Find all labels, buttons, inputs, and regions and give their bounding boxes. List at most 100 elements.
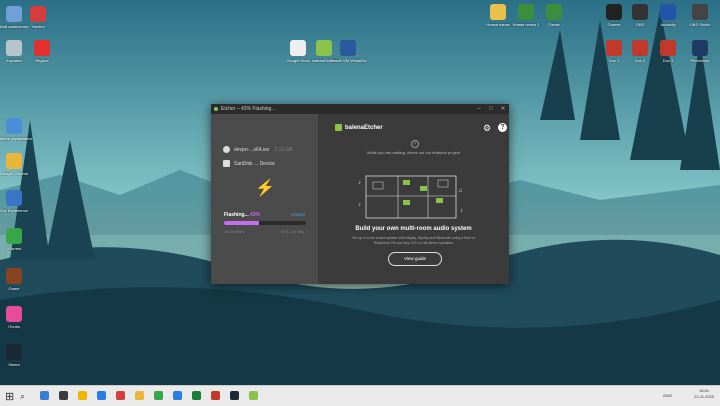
taskbar-app-icon[interactable] [211, 391, 220, 400]
floorplan-illustration: ♪ ♫ ♪ ♪ [358, 175, 463, 219]
app-icon [632, 4, 648, 20]
taskbar-app-icon[interactable] [249, 391, 258, 400]
desktop-icon[interactable]: Doc 3 [650, 40, 686, 63]
desktop-icon-label: Steam [8, 362, 20, 367]
balena-etcher-logo: balenaEtcher [335, 124, 383, 131]
window-titlebar[interactable]: Etcher – 43% Flashing... – □ ✕ [211, 104, 509, 114]
desktop-icon[interactable]: Steam [0, 344, 32, 367]
desktop-icon[interactable]: Yandex [20, 6, 56, 29]
clock[interactable]: 18:51 22.11.2020 [694, 388, 714, 400]
desktop-icon-label: Папка [548, 22, 560, 27]
flash-panel: devpn-...x64.iso 2.12 GB SanDisk ... Dev… [211, 114, 318, 284]
etcher-window[interactable]: Etcher – 43% Flashing... – □ ✕ devpn-...… [211, 104, 509, 284]
flash-progress-bar [224, 221, 306, 225]
taskbar-app-icon[interactable] [59, 391, 68, 400]
taskbar: ⊞ ⌕ ENG 18:51 22.11.2020 [0, 385, 720, 406]
app-icon [606, 4, 622, 20]
drive-row: SanDisk ... Device [223, 160, 275, 167]
app-icon [6, 190, 22, 206]
app-icon [340, 40, 356, 56]
desktop-icon[interactable]: uTorrent [0, 228, 32, 251]
app-icon [606, 40, 622, 56]
window-title: Etcher – 43% Flashing... [221, 106, 276, 112]
balena-cube-icon [335, 124, 342, 131]
svg-text:♫: ♫ [458, 188, 463, 194]
desktop-icon[interactable]: Яндекс [24, 40, 60, 63]
desktop-icon[interactable]: Photoshop [682, 40, 718, 63]
drive-icon [223, 160, 230, 167]
minimize-button[interactable]: – [473, 104, 485, 114]
taskbar-app-icon[interactable] [192, 391, 201, 400]
svg-text:♪: ♪ [358, 180, 361, 186]
settings-gear-icon[interactable]: ⚙ [483, 123, 491, 134]
taskbar-app-icon[interactable] [154, 391, 163, 400]
flash-eta: ETA: 2m 30s [281, 229, 304, 234]
etcher-app-icon [214, 107, 218, 111]
app-icon [34, 40, 50, 56]
taskbar-app-icon[interactable] [97, 391, 106, 400]
maximize-button[interactable]: □ [485, 104, 497, 114]
dismiss-promo-icon[interactable]: × [411, 140, 419, 148]
app-icon [660, 4, 676, 20]
desktop-icon-label: uTorrent [6, 246, 22, 251]
desktop-icon[interactable]: OBS Studio [682, 4, 718, 27]
promo-caption: While you are waiting, check out our fea… [366, 150, 461, 155]
desktop-icon[interactable]: Game [0, 268, 32, 291]
taskbar-app-icon[interactable] [116, 391, 125, 400]
desktop-icon-label: iTunes [8, 324, 20, 329]
desktop-icon[interactable]: Oracle VM VirtualBox [330, 40, 366, 63]
promo-headline: Build your own multi-room audio system [355, 226, 472, 232]
desktop-icon-label: OBS Studio [689, 22, 711, 27]
desktop-icon-label: Game [8, 286, 20, 291]
logo-text: balenaEtcher [345, 124, 383, 131]
taskbar-app-icon[interactable] [173, 391, 182, 400]
taskbar-app-icon[interactable] [78, 391, 87, 400]
language-indicator[interactable]: ENG [663, 393, 672, 398]
app-icon [6, 344, 22, 360]
app-icon [490, 4, 506, 20]
desktop-icon[interactable]: Папка [536, 4, 572, 27]
app-icon [6, 306, 22, 322]
app-icon [6, 268, 22, 284]
taskbar-app-icon[interactable] [230, 391, 239, 400]
app-icon [546, 4, 562, 20]
desktop-icon[interactable]: Google Chrome [0, 153, 32, 176]
desktop-icon-label: Yandex [31, 24, 45, 29]
svg-text:♪: ♪ [460, 208, 463, 214]
start-icon[interactable]: ⊞ [5, 390, 14, 403]
help-icon[interactable]: ? [498, 123, 507, 132]
desktop-icon-label: Doc 3 [662, 58, 674, 63]
desktop-icon-label: Панель управления [0, 136, 32, 141]
drive-name[interactable]: SanDisk ... Device [234, 161, 275, 167]
app-icon [290, 40, 306, 56]
desktop-icon-label: Google Chrome [0, 171, 29, 176]
desktop-icon[interactable]: iTunes [0, 306, 32, 329]
close-button[interactable]: ✕ [497, 104, 509, 114]
view-guide-button[interactable]: View guide [388, 252, 442, 266]
flashing-percent: 43% [250, 212, 261, 218]
image-size: 2.12 GB [274, 146, 293, 153]
app-icon [692, 4, 708, 20]
app-icon [6, 153, 22, 169]
taskbar-app-icon[interactable] [135, 391, 144, 400]
app-icon [30, 6, 46, 22]
image-name[interactable]: devpn-...x64.iso [234, 147, 269, 153]
search-icon[interactable]: ⌕ [20, 391, 25, 402]
desktop-icon[interactable]: Audacity [650, 4, 686, 27]
desktop-icon-label: Photoshop [690, 58, 710, 63]
flash-bolt-icon: ⚡ [255, 180, 275, 197]
taskbar-app-icon[interactable] [40, 391, 49, 400]
desktop-icon-label: Our Experience [0, 208, 28, 213]
flash-progress-fill [224, 221, 260, 225]
desktop-icon[interactable]: Our Experience [0, 190, 32, 213]
promo-panel: balenaEtcher ⚙ ? × While you are waiting… [318, 114, 509, 284]
app-icon [6, 228, 22, 244]
app-icon [518, 4, 534, 20]
app-icon [6, 40, 22, 56]
cancel-link[interactable]: Cancel [291, 212, 305, 217]
svg-text:♪: ♪ [358, 202, 361, 208]
flashing-label: Flashing... [224, 212, 249, 218]
desktop-icon-label: Audacity [660, 22, 676, 27]
app-icon [660, 40, 676, 56]
desktop-icon[interactable]: Панель управления [0, 118, 32, 141]
